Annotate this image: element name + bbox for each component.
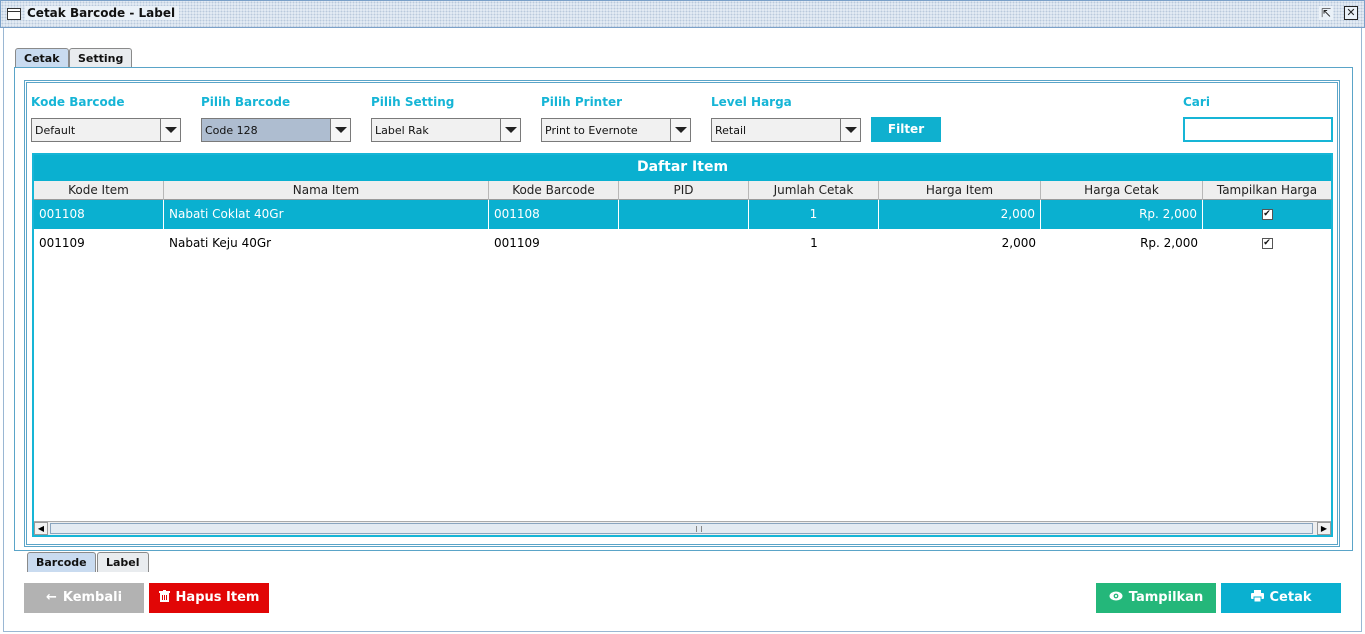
pilih-barcode-select[interactable]: Code 128 (201, 118, 351, 142)
tampilkan-harga-checkbox[interactable]: ✔ (1261, 238, 1273, 249)
kembali-label: Kembali (62, 590, 123, 605)
cetak-button[interactable]: Cetak (1221, 583, 1341, 613)
cell-tampilkan-harga: ✔ (1203, 229, 1331, 258)
chevron-down-icon[interactable] (330, 119, 350, 141)
column-header-jumlah-cetak[interactable]: Jumlah Cetak (749, 181, 879, 200)
column-header-tampilkan-harga[interactable]: Tampilkan Harga (1203, 181, 1331, 200)
scrollbar-thumb[interactable] (50, 523, 1313, 534)
tampilkan-harga-checkbox[interactable]: ✔ (1261, 209, 1273, 220)
horizontal-scrollbar[interactable]: ◀ ▶ (34, 521, 1331, 535)
column-header-kode-barcode[interactable]: Kode Barcode (489, 181, 619, 200)
cell-jumlah-cetak[interactable]: 1 (749, 200, 879, 229)
tampilkan-button[interactable]: Tampilkan (1096, 583, 1216, 613)
cell-nama-item: Nabati Coklat 40Gr (164, 200, 489, 229)
table-title: Daftar Item (34, 155, 1331, 181)
eye-icon (1109, 583, 1123, 613)
kode-barcode-select[interactable]: Default (31, 118, 181, 142)
tab-barcode[interactable]: Barcode (27, 552, 96, 572)
pilih-printer-label: Pilih Printer (541, 95, 623, 109)
level-harga-label: Level Harga (711, 95, 792, 109)
cari-label: Cari (1183, 95, 1210, 109)
pilih-barcode-label: Pilih Barcode (201, 95, 291, 109)
chevron-down-icon[interactable] (500, 119, 520, 141)
cell-harga-cetak: Rp. 2,000 (1140, 236, 1198, 250)
chevron-down-icon[interactable] (670, 119, 690, 141)
cell-harga-cetak: Rp. 2,000 (1041, 200, 1203, 229)
search-input[interactable] (1183, 117, 1333, 142)
printer-icon (1250, 583, 1264, 613)
restore-icon[interactable]: ⇱ (1319, 6, 1333, 20)
hapus-item-label: Hapus Item (175, 590, 260, 605)
chevron-down-icon[interactable] (840, 119, 860, 141)
trash-icon (158, 583, 170, 613)
window-icon (7, 8, 21, 20)
cell-kode-item: 001108 (34, 200, 164, 229)
cetak-label: Cetak (1269, 590, 1312, 605)
level-harga-select[interactable]: Retail (711, 118, 861, 142)
filter-button[interactable]: Filter (871, 117, 941, 142)
chevron-down-icon[interactable] (160, 119, 180, 141)
tab-label[interactable]: Label (97, 552, 149, 572)
cell-pid (619, 229, 749, 258)
cell-harga-item: 2,000 (1001, 236, 1036, 250)
daftar-item-table: Daftar Item Kode Item Nama Item Kode Bar… (32, 153, 1333, 537)
pilih-setting-label: Pilih Setting (371, 95, 455, 109)
cell-tampilkan-harga: ✔ (1203, 200, 1331, 229)
pilih-barcode-value: Code 128 (205, 124, 258, 137)
pilih-printer-value: Print to Evernote (545, 124, 638, 137)
cell-nama-item: Nabati Keju 40Gr (169, 236, 272, 250)
cell-jumlah-cetak[interactable]: 1 (749, 229, 879, 258)
cell-kode-barcode: 001108 (489, 200, 619, 229)
table-header: Kode Item Nama Item Kode Barcode PID Jum… (34, 181, 1331, 200)
table-row[interactable]: 001109 Nabati Keju 40Gr 001109 1 2,000 R… (34, 229, 1331, 258)
title-bar: Cetak Barcode - Label ⇱ ✕ (0, 0, 1365, 28)
kode-barcode-value: Default (35, 124, 76, 137)
pilih-setting-select[interactable]: Label Rak (371, 118, 521, 142)
cell-harga-item: 2,000 (879, 200, 1041, 229)
column-header-nama-item[interactable]: Nama Item (164, 181, 489, 200)
cell-pid (619, 200, 749, 229)
column-header-harga-item[interactable]: Harga Item (879, 181, 1041, 200)
pilih-printer-select[interactable]: Print to Evernote (541, 118, 691, 142)
window-title: Cetak Barcode - Label (25, 6, 180, 20)
kembali-button[interactable]: ← Kembali (24, 583, 144, 613)
level-harga-value: Retail (715, 124, 747, 137)
cell-kode-item: 001109 (39, 236, 85, 250)
tab-setting[interactable]: Setting (69, 48, 133, 68)
close-icon[interactable]: ✕ (1344, 6, 1358, 20)
column-header-kode-item[interactable]: Kode Item (34, 181, 164, 200)
grip-icon (696, 526, 702, 532)
cell-kode-barcode: 001109 (494, 236, 540, 250)
pilih-setting-value: Label Rak (375, 124, 429, 137)
table-row[interactable]: 001108 Nabati Coklat 40Gr 001108 1 2,000… (34, 200, 1331, 229)
column-header-harga-cetak[interactable]: Harga Cetak (1041, 181, 1203, 200)
kode-barcode-label: Kode Barcode (31, 95, 125, 109)
hapus-item-button[interactable]: Hapus Item (149, 583, 269, 613)
column-header-pid[interactable]: PID (619, 181, 749, 200)
arrow-left-icon: ← (45, 590, 57, 605)
tab-cetak[interactable]: Cetak (15, 48, 69, 68)
scroll-left-icon[interactable]: ◀ (34, 522, 48, 535)
tampilkan-label: Tampilkan (1128, 590, 1204, 605)
scroll-right-icon[interactable]: ▶ (1317, 522, 1331, 535)
